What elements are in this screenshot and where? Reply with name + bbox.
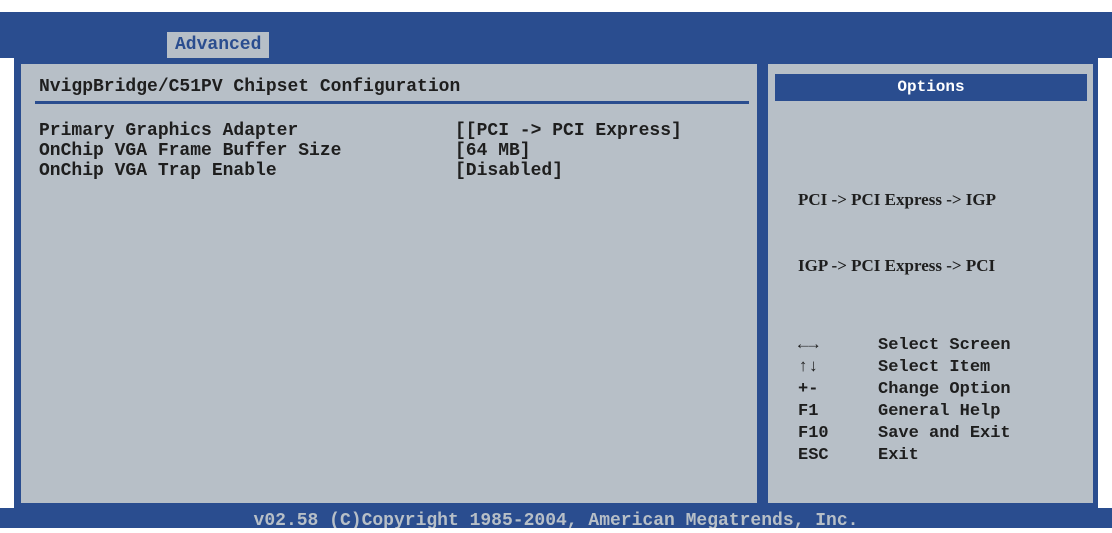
- help-panel: Options PCI -> PCI Express -> IGP IGP ->…: [768, 64, 1093, 503]
- options-header: Options: [775, 74, 1087, 101]
- options-list: PCI -> PCI Express -> IGP IGP -> PCI Exp…: [798, 145, 996, 321]
- setting-value[interactable]: [[PCI -> PCI Express]: [455, 121, 682, 141]
- option-item[interactable]: PCI -> PCI Express -> IGP: [798, 189, 996, 211]
- setting-label: Primary Graphics Adapter: [39, 121, 299, 141]
- key-legend: ←→ Select Screen ↑↓ Select Item +- Chang…: [798, 335, 1011, 467]
- key-row-select-item: ↑↓ Select Item: [798, 357, 990, 379]
- setting-vga-trap-enable[interactable]: OnChip VGA Trap Enable [Disabled]: [39, 161, 751, 181]
- key-label: +-: [798, 380, 819, 399]
- setting-vga-frame-buffer-size[interactable]: OnChip VGA Frame Buffer Size [64 MB]: [39, 141, 751, 161]
- settings-list: Primary Graphics Adapter [[PCI -> PCI Ex…: [39, 121, 751, 181]
- left-right-arrows-icon: ←→: [798, 336, 819, 355]
- key-row-select-screen: ←→ Select Screen: [798, 335, 1011, 357]
- key-description: Select Item: [878, 358, 991, 377]
- key-label: F1: [798, 402, 819, 421]
- key-description: Save and Exit: [878, 424, 1011, 443]
- copyright-footer: v02.58 (C)Copyright 1985-2004, American …: [0, 508, 1112, 528]
- setting-value[interactable]: [Disabled]: [455, 161, 563, 181]
- page-title: NvigpBridge/C51PV Chipset Configuration: [39, 77, 461, 97]
- setting-label: OnChip VGA Trap Enable: [39, 161, 277, 181]
- tab-advanced[interactable]: Advanced: [167, 32, 270, 58]
- setting-value[interactable]: [64 MB]: [455, 141, 531, 161]
- key-description: Select Screen: [878, 336, 1011, 355]
- settings-panel: NvigpBridge/C51PV Chipset Configuration …: [21, 64, 757, 503]
- key-row-save-exit: F10 Save and Exit: [798, 423, 1011, 445]
- key-description: General Help: [878, 402, 1001, 421]
- key-description: Exit: [878, 446, 919, 465]
- setting-label: OnChip VGA Frame Buffer Size: [39, 141, 342, 161]
- setting-primary-graphics-adapter[interactable]: Primary Graphics Adapter [[PCI -> PCI Ex…: [39, 121, 751, 141]
- key-row-change-option: +- Change Option: [798, 379, 1011, 401]
- key-row-general-help: F1 General Help: [798, 401, 1000, 423]
- key-row-exit: ESC Exit: [798, 445, 919, 467]
- title-divider: [35, 101, 749, 104]
- key-label: ESC: [798, 446, 829, 465]
- key-label: F10: [798, 424, 829, 443]
- option-item[interactable]: IGP -> PCI Express -> PCI: [798, 255, 996, 277]
- up-down-arrows-icon: ↑↓: [798, 358, 819, 377]
- key-description: Change Option: [878, 380, 1011, 399]
